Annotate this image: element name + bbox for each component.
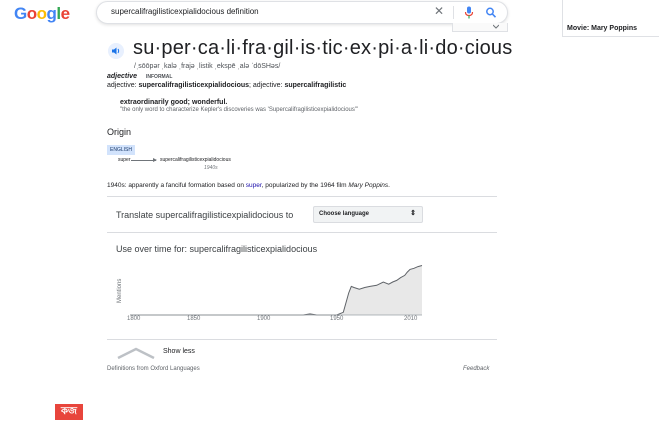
etymology-source: super bbox=[118, 157, 131, 163]
logo-letter: o bbox=[26, 4, 37, 23]
forms-prefix: adjective: bbox=[107, 82, 139, 89]
chevron-up-icon[interactable] bbox=[117, 347, 155, 359]
show-less-button[interactable]: Show less bbox=[163, 348, 195, 355]
definitions-source[interactable]: Definitions from Oxford Languages bbox=[107, 366, 200, 372]
origin-text: 1940s: apparently a fanciful formation b… bbox=[107, 182, 246, 189]
search-divider bbox=[453, 6, 454, 19]
x-tick-label: 1950 bbox=[330, 316, 344, 322]
x-tick-label: 2010 bbox=[404, 316, 418, 322]
usage-title: Use over time for: supercalifragilistice… bbox=[116, 244, 318, 254]
logo-letter: g bbox=[46, 4, 57, 23]
logo-letter: G bbox=[14, 4, 27, 23]
definition: extraordinarily good; wonderful. bbox=[120, 99, 228, 106]
origin-text: , popularized by the 1964 film bbox=[261, 182, 349, 189]
search-suggestions-edge bbox=[452, 23, 508, 32]
origin-link[interactable]: super bbox=[246, 182, 262, 189]
origin-heading: Origin bbox=[107, 127, 132, 137]
divider bbox=[107, 339, 497, 340]
part-of-speech: adjective bbox=[107, 73, 137, 80]
headword: su·per·ca·li·fra·gil·is·tic·ex·pi·a·li·d… bbox=[133, 37, 513, 59]
film-title: Mary Poppins bbox=[348, 182, 389, 189]
usage-area bbox=[130, 265, 422, 315]
phonetic-spelling: /ˌsōōpər ˌkalə ˌfrajə ˌlistik ˌekspē ˌal… bbox=[134, 63, 281, 70]
register-label: INFORMAL bbox=[146, 74, 173, 80]
arrow-right-icon bbox=[131, 158, 157, 162]
watermark-badge: কজ bbox=[55, 404, 83, 420]
forms-separator: ; adjective: bbox=[249, 82, 285, 89]
language-select[interactable]: Choose language ⇕ bbox=[313, 206, 423, 223]
logo-letter: e bbox=[60, 4, 70, 23]
x-tick-label: 1850 bbox=[187, 316, 201, 322]
movie-label[interactable]: Movie: Mary Poppins bbox=[567, 25, 637, 32]
x-tick-label: 1800 bbox=[127, 316, 141, 322]
origin-text: . bbox=[388, 182, 390, 189]
microphone-icon[interactable] bbox=[463, 6, 475, 19]
translate-label: Translate supercalifragilisticexpialidoc… bbox=[116, 210, 294, 220]
chart-ylabel: Mentions bbox=[117, 279, 123, 303]
close-icon[interactable]: ✕ bbox=[434, 4, 444, 18]
form-word: supercalifragilisticexpialidocious bbox=[138, 82, 250, 89]
origin-description: 1940s: apparently a fanciful formation b… bbox=[107, 182, 390, 189]
etymology-date: 1940s bbox=[204, 165, 218, 171]
search-icon[interactable] bbox=[485, 6, 497, 19]
logo-letter: o bbox=[36, 4, 47, 23]
feedback-link[interactable]: Feedback bbox=[463, 366, 489, 372]
usage-example: "the only word to characterize Kepler's … bbox=[120, 107, 359, 113]
divider bbox=[107, 196, 497, 197]
knowledge-panel-card: Movie: Mary Poppins bbox=[562, 0, 659, 37]
sort-arrows-icon: ⇕ bbox=[410, 210, 416, 217]
form-word: supercalifragilistic bbox=[284, 82, 347, 89]
chevron-down-icon bbox=[493, 24, 499, 29]
search-input[interactable]: supercalifragilisticexpialidocious defin… bbox=[111, 7, 259, 16]
etymology-target: supercalifragilisticexpialidocious bbox=[160, 157, 231, 163]
word-forms: adjective: supercalifragilisticexpialido… bbox=[107, 82, 346, 89]
google-logo[interactable]: Google bbox=[14, 4, 70, 24]
divider bbox=[107, 232, 497, 233]
search-bar[interactable]: supercalifragilisticexpialidocious defin… bbox=[96, 1, 508, 24]
origin-language-tag: ENGLISH bbox=[107, 145, 135, 155]
usage-chart: Mentions bbox=[117, 265, 423, 316]
x-tick-label: 1900 bbox=[257, 316, 271, 322]
speaker-icon[interactable] bbox=[108, 43, 124, 59]
language-select-value: Choose language bbox=[319, 211, 370, 217]
